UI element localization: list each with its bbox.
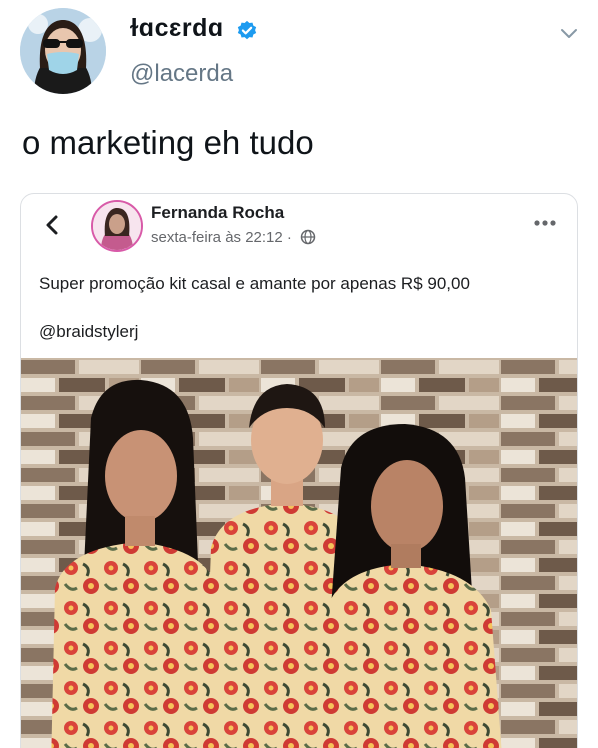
chevron-left-icon[interactable] <box>41 214 63 236</box>
meta-separator: · <box>286 229 292 246</box>
chevron-down-icon[interactable] <box>558 22 580 44</box>
post-meta: sexta-feira às 22:12 · <box>151 229 316 246</box>
post-tag-link[interactable]: @braidstylerj <box>39 322 138 342</box>
tweet-text: o marketing eh tudo <box>22 124 314 161</box>
post-text: Super promoção kit casal e amante por ap… <box>39 274 470 293</box>
display-name[interactable]: ɫɑcɛrdɑ <box>130 14 224 43</box>
profile-avatar[interactable] <box>20 8 106 94</box>
post-author-name[interactable]: Fernanda Rocha <box>151 203 284 223</box>
user-handle[interactable]: @lacerda <box>130 60 233 88</box>
post-avatar-image <box>93 202 141 250</box>
embedded-post-card[interactable]: Fernanda Rocha sexta-feira às 22:12 · Su… <box>20 193 578 748</box>
verified-badge-icon <box>237 20 257 40</box>
post-author-avatar[interactable] <box>91 200 143 252</box>
post-photo[interactable] <box>21 358 578 748</box>
post-timestamp[interactable]: sexta-feira às 22:12 <box>151 229 283 246</box>
avatar-image <box>20 8 106 94</box>
globe-icon <box>300 229 316 245</box>
more-options-icon[interactable] <box>533 218 557 228</box>
tweet: ɫɑcɛrdɑ @lacerda o marketing eh tudo Fer… <box>0 0 598 748</box>
